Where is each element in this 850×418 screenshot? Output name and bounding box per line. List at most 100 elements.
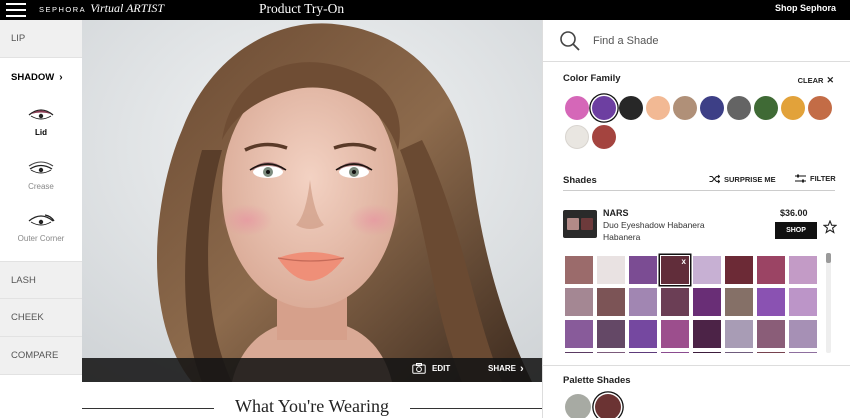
sub-label-lid: Lid <box>35 128 47 137</box>
shade-swatch[interactable] <box>629 256 657 284</box>
shade-swatch[interactable] <box>661 288 689 316</box>
shade-swatch[interactable] <box>789 320 817 348</box>
shade-swatch[interactable] <box>725 256 753 284</box>
search-icon[interactable] <box>559 30 581 52</box>
selected-shade-mark: x <box>681 257 686 266</box>
product-name: Duo Eyeshadow Habanera <box>603 220 705 230</box>
color-family-swatch[interactable] <box>754 96 778 120</box>
shade-swatch[interactable] <box>597 320 625 348</box>
palette-swatch[interactable] <box>565 394 591 418</box>
hamburger-menu-icon[interactable] <box>6 3 26 17</box>
nav-item-lash[interactable]: LASH <box>0 261 82 299</box>
thumb-pan-right <box>581 218 593 230</box>
filter-label: FILTER <box>810 174 836 183</box>
shade-swatch[interactable] <box>757 288 785 316</box>
brand-logo[interactable]: SEPHORA Virtual ARTIST <box>39 1 164 19</box>
shade-grid: x <box>565 253 821 353</box>
shade-swatch[interactable] <box>661 352 689 353</box>
shade-swatch[interactable] <box>789 352 817 353</box>
thumb-pan-left <box>567 218 579 230</box>
color-family-swatch[interactable] <box>781 96 805 120</box>
color-family-swatch[interactable] <box>808 96 832 120</box>
shade-swatch[interactable] <box>565 256 593 284</box>
product-thumbnail <box>563 210 597 238</box>
shadow-sub-crease[interactable]: Crease <box>0 160 82 191</box>
shade-grid-scroll-thumb[interactable] <box>826 253 831 263</box>
shade-swatch[interactable] <box>725 352 753 353</box>
model-photo[interactable]: EDIT SHARE › <box>82 20 542 382</box>
favorite-star-icon[interactable] <box>823 220 837 234</box>
shop-sephora-link[interactable]: Shop Sephora <box>775 3 836 13</box>
surprise-me-button[interactable]: SURPRISE ME <box>709 174 776 184</box>
shade-swatch[interactable] <box>565 352 593 353</box>
share-label: SHARE <box>488 364 517 373</box>
search-bar <box>543 20 850 62</box>
nav-label-cheek: CHEEK <box>11 312 44 323</box>
surprise-me-label: SURPRISE ME <box>724 174 776 184</box>
shade-swatch[interactable] <box>725 320 753 348</box>
nav-item-compare[interactable]: COMPARE <box>0 337 82 375</box>
shade-swatch[interactable] <box>693 320 721 348</box>
shade-swatch[interactable] <box>693 288 721 316</box>
color-family-swatch[interactable] <box>727 96 751 120</box>
shade-swatch[interactable]: x <box>660 255 690 285</box>
eye-outer-corner-icon <box>28 214 55 226</box>
edit-button[interactable]: EDIT <box>412 363 450 374</box>
shade-swatch[interactable] <box>661 320 689 348</box>
nav-label-shadow: SHADOW <box>11 71 55 83</box>
shadow-sub-outer-corner[interactable]: Outer Corner <box>0 212 82 243</box>
wearing-heading: What You're Wearing <box>235 396 389 416</box>
shade-swatch[interactable] <box>629 352 657 353</box>
sub-label-outer-corner: Outer Corner <box>17 234 65 243</box>
filter-sliders-icon <box>795 174 806 183</box>
shade-grid-scrollbar[interactable] <box>826 253 831 353</box>
product-price: $36.00 <box>780 208 808 218</box>
palette-swatch[interactable] <box>595 394 621 418</box>
shuffle-icon <box>709 174 720 184</box>
shade-swatch[interactable] <box>757 256 785 284</box>
shade-swatch[interactable] <box>693 352 721 353</box>
color-family-swatch[interactable] <box>592 125 616 149</box>
eye-crease-icon <box>28 161 54 174</box>
shop-button[interactable]: SHOP <box>775 222 817 239</box>
color-family-swatch[interactable] <box>619 96 643 120</box>
shade-swatch[interactable] <box>597 288 625 316</box>
filter-button[interactable]: FILTER <box>795 174 836 183</box>
shade-swatch[interactable] <box>789 256 817 284</box>
shade-swatch[interactable] <box>565 320 593 348</box>
share-button[interactable]: SHARE › <box>488 363 524 374</box>
clear-button[interactable]: CLEAR ✕ <box>798 75 834 86</box>
shade-swatch[interactable] <box>789 288 817 316</box>
product-shade-name: Habanera <box>603 232 641 242</box>
shade-swatch[interactable] <box>629 288 657 316</box>
edit-label: EDIT <box>432 364 451 373</box>
top-bar: SEPHORA Virtual ARTIST Product Try-On Sh… <box>0 0 850 20</box>
brand-name: SEPHORA <box>39 5 87 14</box>
color-family-label: Color Family <box>563 73 621 84</box>
find-shade-input[interactable] <box>593 31 823 51</box>
shade-swatch[interactable] <box>597 352 625 353</box>
shade-swatch[interactable] <box>629 320 657 348</box>
color-family-swatch[interactable] <box>565 125 589 149</box>
nav-label-lash: LASH <box>11 274 36 286</box>
nav-item-cheek[interactable]: CHEEK <box>0 299 82 337</box>
product-brand: NARS <box>603 208 629 218</box>
shade-swatch[interactable] <box>693 256 721 284</box>
shade-swatch[interactable] <box>757 352 785 353</box>
color-family-swatch[interactable] <box>673 96 697 120</box>
nav-label-compare: COMPARE <box>11 350 59 361</box>
shade-swatch[interactable] <box>597 256 625 284</box>
shade-swatch[interactable] <box>757 320 785 348</box>
shade-swatch[interactable] <box>565 288 593 316</box>
color-family-swatch[interactable] <box>565 96 589 120</box>
close-icon: ✕ <box>826 75 834 85</box>
shades-label: Shades <box>563 175 597 186</box>
nav-item-shadow[interactable]: SHADOW › <box>0 58 82 96</box>
color-family-swatch[interactable] <box>592 96 616 120</box>
shadow-sub-lid[interactable]: Lid <box>0 106 82 137</box>
color-family-swatch[interactable] <box>646 96 670 120</box>
shade-swatch[interactable] <box>725 288 753 316</box>
nav-item-lip[interactable]: LIP <box>0 20 82 58</box>
color-family-swatch[interactable] <box>700 96 724 120</box>
shade-panel: Color Family CLEAR ✕ Shades SURPRISE ME … <box>542 20 850 418</box>
